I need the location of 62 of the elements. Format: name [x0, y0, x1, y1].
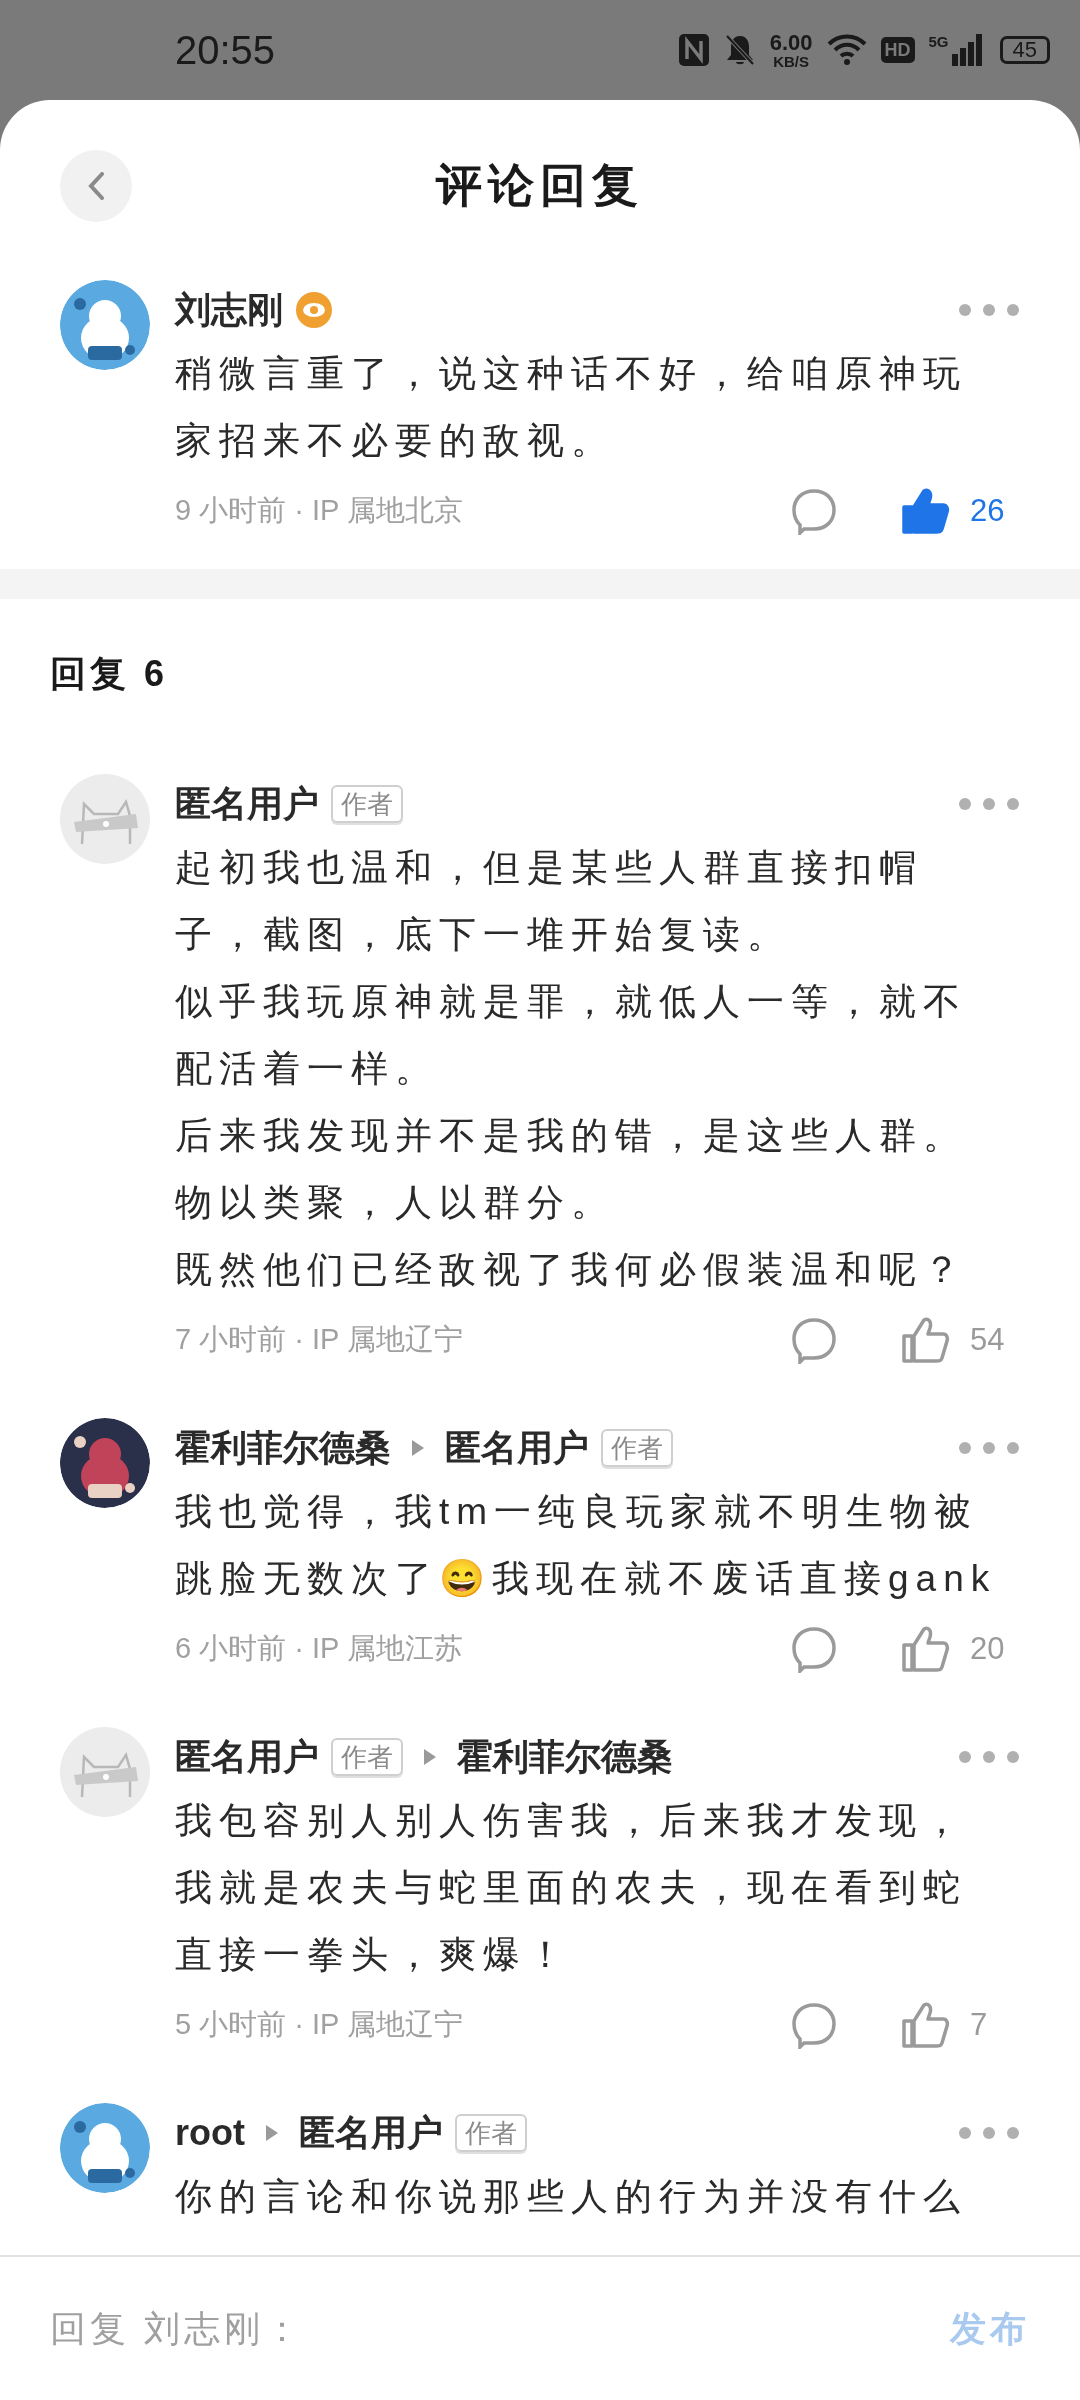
- like-icon[interactable]: [900, 2001, 950, 2049]
- author-tag: 作者: [331, 785, 403, 823]
- comment-icon[interactable]: [790, 1316, 838, 1364]
- user-name[interactable]: root: [175, 2106, 245, 2160]
- like-count: 26: [970, 491, 1006, 530]
- battery-indicator: 45: [999, 36, 1050, 64]
- comment-meta: 9 小时前 · IP 属地北京: [175, 493, 463, 529]
- user-name[interactable]: 匿名用户: [175, 777, 319, 831]
- user-name[interactable]: 匿名用户: [175, 1730, 319, 1784]
- user-name[interactable]: 刘志刚: [175, 283, 283, 337]
- wifi-icon: [826, 34, 867, 66]
- author-tag: 作者: [455, 2114, 527, 2152]
- like-icon[interactable]: [900, 1316, 950, 1364]
- more-icon[interactable]: [958, 797, 1020, 811]
- comment-text: 后来我发现并不是我的错，是这些人群。: [175, 1114, 968, 1158]
- replies-heading: 回复 6: [50, 652, 169, 696]
- eye-badge-icon: [295, 291, 333, 329]
- like-count: 7: [970, 2005, 989, 2044]
- comment-meta: 6 小时前 · IP 属地江苏: [175, 1631, 463, 1667]
- author-tag: 作者: [331, 1738, 403, 1776]
- reply-target-name[interactable]: 匿名用户: [445, 1421, 589, 1475]
- caret-icon: [265, 2124, 279, 2142]
- like-count: 54: [970, 1320, 1006, 1359]
- comment-text: 稍微言重了，说这种话不好，给咱原神玩家招来不必要的敌视。: [175, 352, 968, 463]
- speed-unit: KB/S: [773, 53, 809, 69]
- signal-icon: [951, 34, 982, 66]
- caret-icon: [423, 1748, 437, 1766]
- comment-meta: 7 小时前 · IP 属地辽宁: [175, 1322, 463, 1358]
- network-type: 5G: [928, 34, 949, 49]
- more-icon[interactable]: [958, 303, 1020, 317]
- more-icon[interactable]: [958, 1750, 1020, 1764]
- author-tag: 作者: [601, 1429, 673, 1467]
- comment-icon[interactable]: [790, 487, 838, 535]
- avatar-icon: [60, 774, 150, 864]
- page-title: 评论回复: [436, 157, 644, 213]
- comment-text: 物以类聚，人以群分。: [175, 1181, 616, 1225]
- status-time: 20:55: [175, 27, 276, 74]
- user-name[interactable]: 霍利菲尔德桑: [175, 1421, 391, 1475]
- more-icon[interactable]: [958, 1441, 1020, 1455]
- avatar-icon: [60, 1727, 150, 1817]
- like-icon[interactable]: [900, 1625, 950, 1673]
- reply-target-name[interactable]: 霍利菲尔德桑: [457, 1730, 673, 1784]
- comment-icon[interactable]: [790, 2001, 838, 2049]
- comment-text: 起初我也温和，但是某些人群直接扣帽子，截图，底下一堆开始复读。: [175, 846, 924, 957]
- comment-text: 你的言论和你说那些人的行为并没有什么: [175, 2175, 968, 2219]
- more-icon[interactable]: [958, 2126, 1020, 2140]
- bell-off-icon: [723, 33, 756, 67]
- like-count: 20: [970, 1629, 1006, 1668]
- back-icon: [88, 172, 104, 200]
- like-icon[interactable]: [900, 487, 950, 535]
- comment-meta: 5 小时前 · IP 属地辽宁: [175, 2007, 463, 2043]
- nfc-icon: [677, 33, 710, 67]
- reply-input[interactable]: 回复 刘志刚：: [50, 2301, 950, 2356]
- comment-text: 似乎我玩原神就是罪，就低人一等，就不配活着一样。: [175, 980, 968, 1091]
- comment-icon[interactable]: [790, 1625, 838, 1673]
- comment-text: 既然他们已经敌视了我何必假装温和呢？: [175, 1248, 968, 1292]
- reply-target-name[interactable]: 匿名用户: [299, 2106, 443, 2160]
- caret-icon: [411, 1439, 425, 1457]
- comment-text: 我包容别人别人伤害我，后来我才发现，我就是农夫与蛇里面的农夫，现在看到蛇直接一拳头，爽爆！: [175, 1799, 968, 1977]
- comment-text: 我也觉得，我tm一纯良玩家就不明生物被跳脸无数次了😄我现在就不废话直接gank: [175, 1490, 998, 1601]
- network-speed: 6.00: [769, 31, 813, 54]
- hd-indicator: HD: [880, 37, 915, 63]
